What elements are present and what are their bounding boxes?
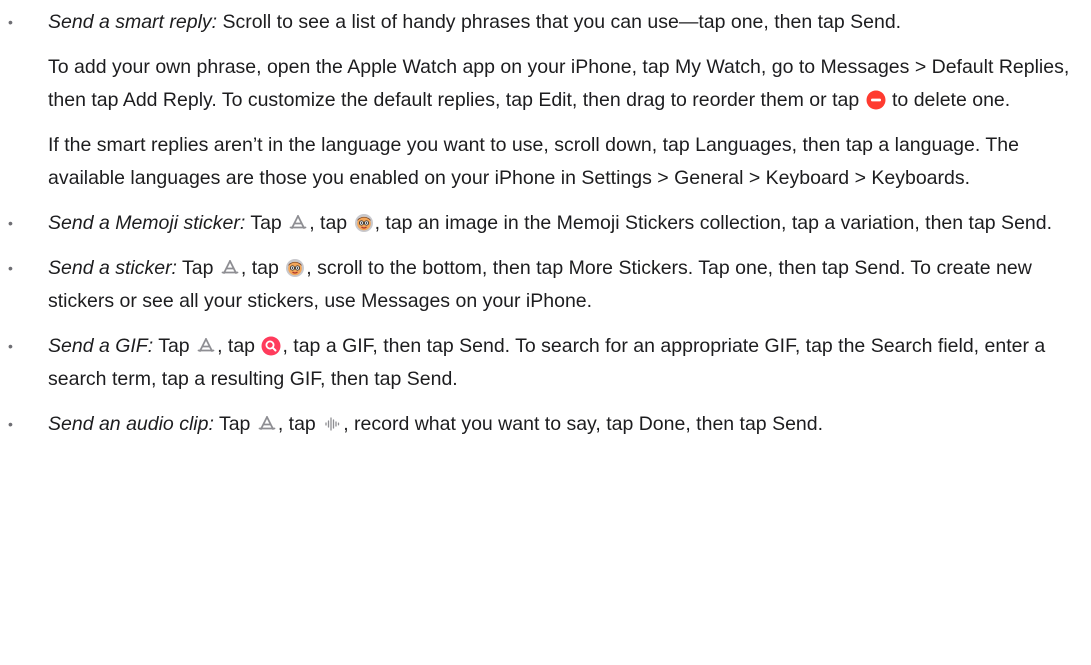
item-title: Send a Memoji sticker: [48, 212, 246, 234]
delete-minus-icon [866, 90, 886, 110]
gif-search-icon [261, 336, 281, 356]
audio-waveform-icon [322, 414, 342, 434]
memoji-icon [285, 258, 305, 278]
smart-reply-paragraph: Send a smart reply: Scroll to see a list… [48, 6, 1071, 39]
bullet: • [8, 338, 13, 354]
item-title: Send a sticker: [48, 257, 177, 279]
item-title: Send a GIF: [48, 335, 154, 357]
memoji-paragraph: Send a Memoji sticker: Tap , tap , tap a… [48, 212, 1053, 234]
list-item-memoji-sticker: • Send a Memoji sticker: Tap , tap , tap… [0, 207, 1071, 240]
bullet: • [8, 416, 13, 432]
sticker-paragraph: Send a sticker: Tap , tap , scroll to th… [48, 257, 1032, 312]
list-item-gif: • Send a GIF: Tap , tap , tap a GIF, the… [0, 330, 1071, 396]
audio-paragraph: Send an audio clip: Tap , tap , record w… [48, 413, 824, 435]
languages-paragraph: If the smart replies aren’t in the langu… [48, 134, 1019, 189]
app-store-icon [196, 336, 216, 356]
app-store-icon [257, 414, 277, 434]
app-store-icon [220, 258, 240, 278]
item-title: Send an audio clip: [48, 413, 214, 435]
item-title: Send a smart reply: [48, 11, 218, 33]
bullet: • [8, 14, 13, 30]
bullet: • [8, 260, 13, 276]
item-text: Scroll to see a list of handy phrases th… [217, 11, 902, 33]
list-item-sticker: • Send a sticker: Tap , tap , scroll to … [0, 252, 1071, 318]
memoji-icon [354, 213, 374, 233]
app-store-icon [288, 213, 308, 233]
instructions-list: • Send a smart reply: Scroll to see a li… [0, 6, 1071, 441]
document-body: • Send a smart reply: Scroll to see a li… [0, 0, 1091, 441]
list-item-smart-reply: • Send a smart reply: Scroll to see a li… [0, 6, 1071, 195]
list-item-audio-clip: • Send an audio clip: Tap , tap , record… [0, 408, 1071, 441]
bullet: • [8, 215, 13, 231]
item-text: to delete one. [886, 89, 1011, 111]
add-phrase-paragraph: To add your own phrase, open the Apple W… [48, 51, 1071, 117]
gif-paragraph: Send a GIF: Tap , tap , tap a GIF, then … [48, 335, 1046, 390]
